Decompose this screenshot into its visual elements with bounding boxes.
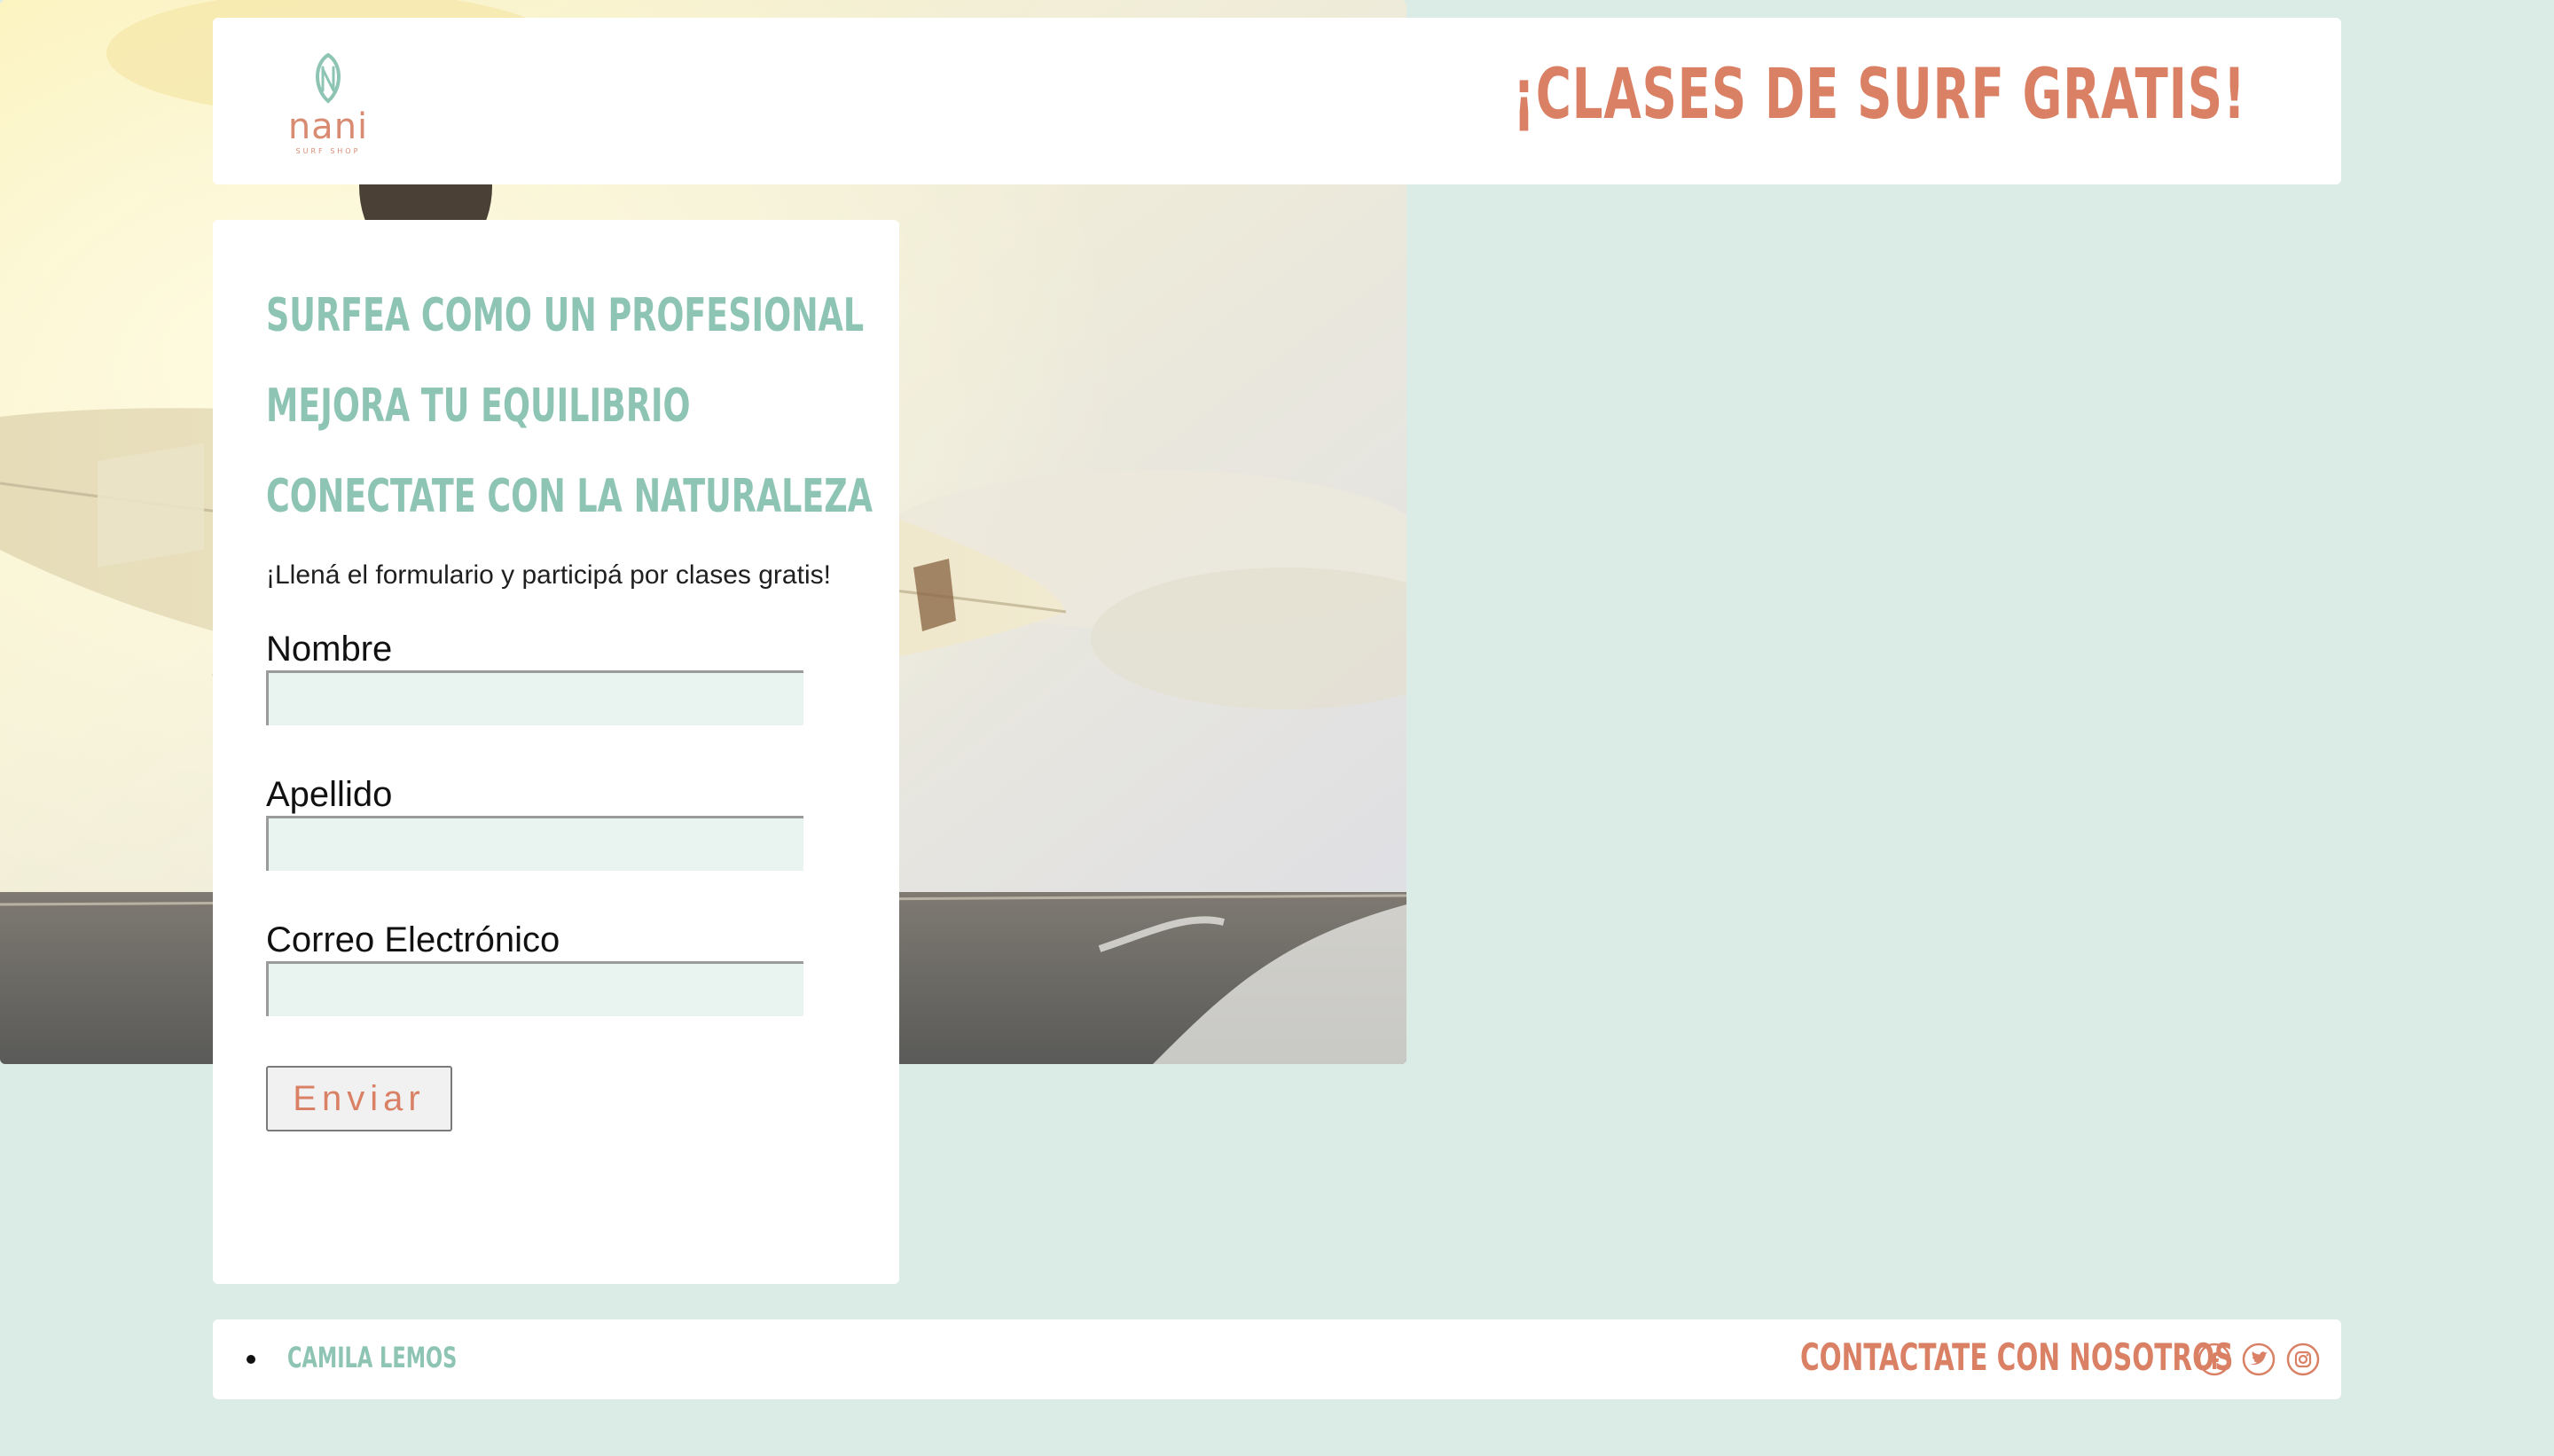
contact-heading: CONTACTATE CON NOSOTROS bbox=[1800, 1335, 2234, 1379]
signup-panel: SURFEA COMO UN PROFESIONAL MEJORA TU EQU… bbox=[213, 220, 899, 1284]
footer-bar: CAMILA LEMOS CONTACTATE CON NOSOTROS bbox=[213, 1319, 2341, 1399]
header-bar: nani SURF SHOP ¡CLASES DE SURF GRATIS! bbox=[213, 18, 2341, 184]
form-intro-text: ¡Llená el formulario y participá por cla… bbox=[266, 560, 831, 590]
submit-button[interactable]: Enviar bbox=[266, 1066, 452, 1131]
benefit-heading-2: MEJORA TU EQUILIBRIO bbox=[266, 380, 691, 433]
logo-wordmark: nani bbox=[287, 106, 369, 147]
instagram-icon[interactable] bbox=[2286, 1342, 2320, 1376]
email-field[interactable] bbox=[266, 961, 803, 1016]
facebook-icon[interactable] bbox=[2198, 1342, 2231, 1376]
first-name-label: Nombre bbox=[266, 630, 393, 669]
first-name-field[interactable] bbox=[266, 670, 803, 725]
benefit-heading-1: SURFEA COMO UN PROFESIONAL bbox=[266, 289, 865, 342]
twitter-icon[interactable] bbox=[2242, 1342, 2276, 1376]
last-name-label: Apellido bbox=[266, 775, 393, 814]
last-name-field[interactable] bbox=[266, 816, 803, 871]
logo-tagline: SURF SHOP bbox=[295, 147, 361, 155]
benefit-heading-3: CONECTATE CON LA NATURALEZA bbox=[266, 470, 873, 523]
list-bullet bbox=[247, 1355, 255, 1364]
nani-logo[interactable]: nani SURF SHOP bbox=[282, 51, 374, 158]
leaf-logo-icon bbox=[316, 52, 341, 104]
author-link[interactable]: CAMILA LEMOS bbox=[287, 1341, 457, 1374]
email-label: Correo Electrónico bbox=[266, 920, 560, 959]
promo-title: ¡CLASES DE SURF GRATIS! bbox=[1513, 55, 2246, 135]
